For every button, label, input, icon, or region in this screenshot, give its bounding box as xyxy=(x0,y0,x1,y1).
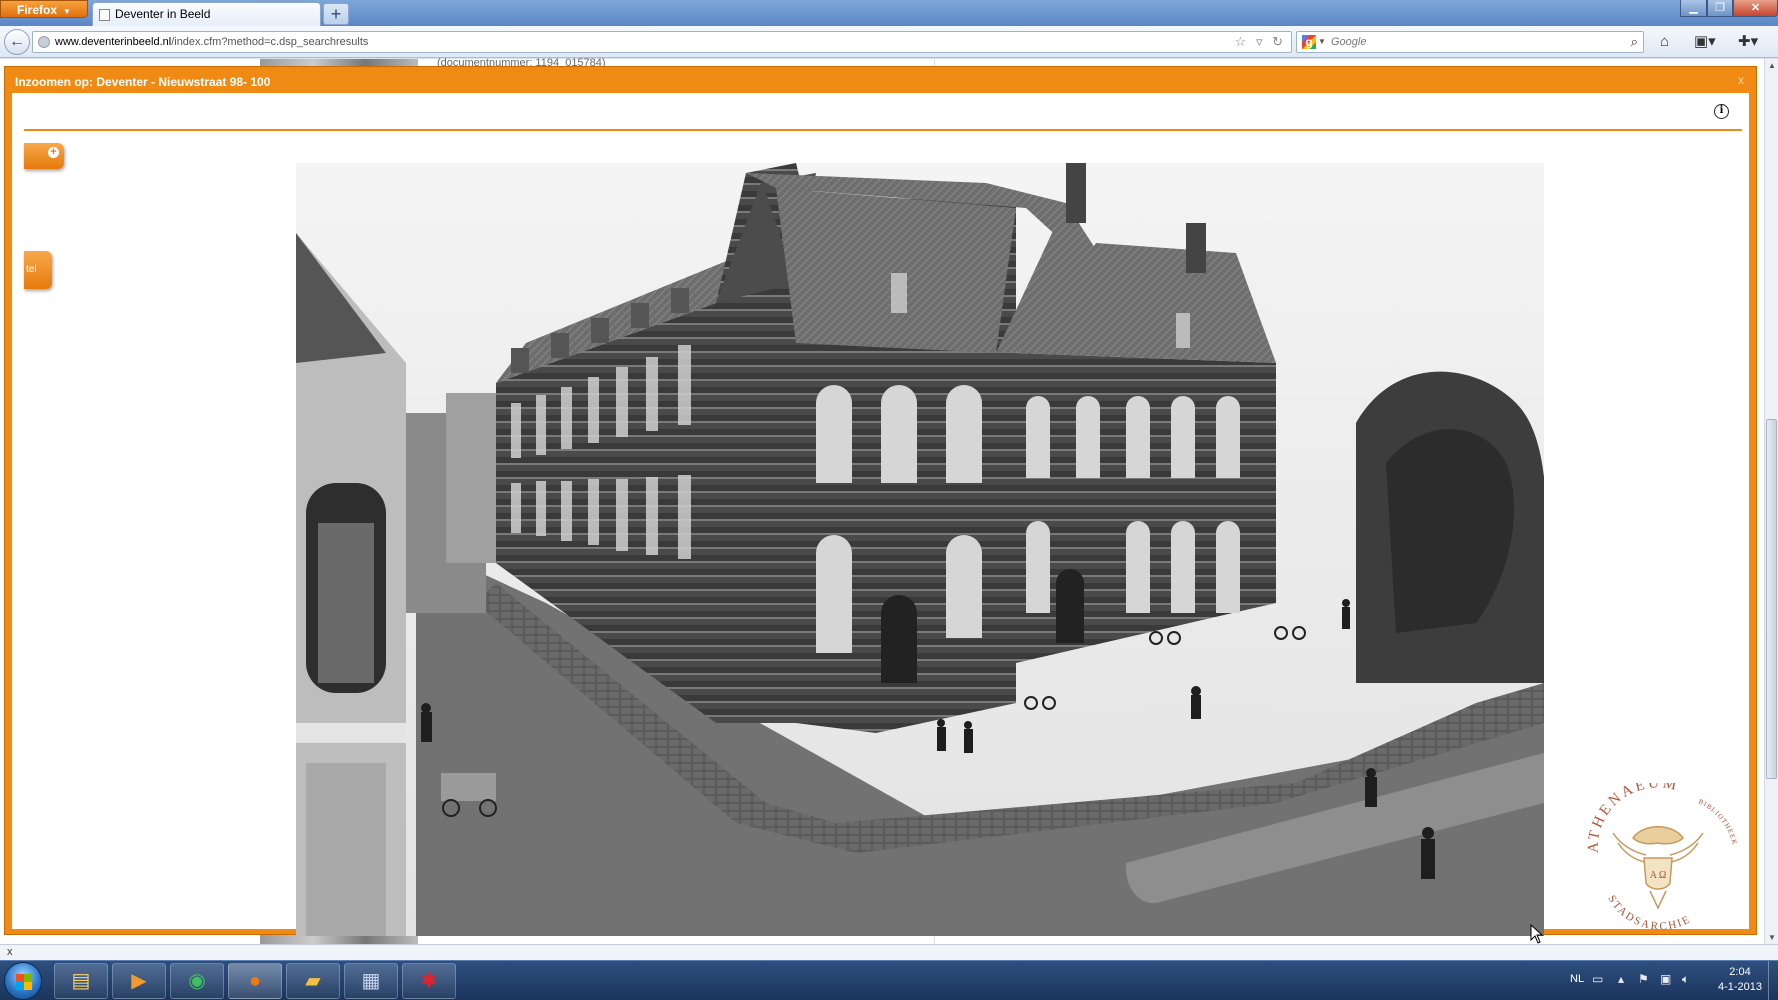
addon-bar-close-button[interactable]: x xyxy=(7,946,13,958)
url-path: /index.cfm?method=c.dsp_searchresults xyxy=(171,36,369,48)
side-tab-label: tel xyxy=(26,264,37,275)
tab-deventer-in-beeld[interactable]: Deventer in Beeld xyxy=(92,2,321,26)
language-indicator[interactable]: NL xyxy=(1570,973,1584,985)
windows-explorer-icon: ▤ xyxy=(71,970,91,992)
taskbar-media-player[interactable]: ▶ xyxy=(112,963,166,999)
address-bar[interactable]: www.deventerinbeeld.nl/index.cfm?method=… xyxy=(32,31,1292,53)
clock-time: 2:04 xyxy=(1729,966,1751,978)
show-desktop-button[interactable] xyxy=(1768,961,1778,1000)
history-dropdown-icon[interactable]: ▿ xyxy=(1256,34,1263,49)
taskbar-save-app[interactable]: ▦ xyxy=(344,963,398,999)
chevron-down-icon: ▼ xyxy=(63,7,71,16)
plus-icon: + xyxy=(48,147,59,158)
scroll-down-icon[interactable]: ▼ xyxy=(1767,933,1777,942)
show-hidden-icons-icon[interactable]: ▴ xyxy=(1618,972,1624,986)
back-button[interactable]: ← xyxy=(4,29,30,55)
eagle-emblem xyxy=(1612,826,1704,910)
overlay-divider xyxy=(24,129,1742,131)
keyboard-icon[interactable]: ▭ xyxy=(1592,972,1603,986)
athenaeum-stadsarchief-logo: ATHENAEUM BIBLIOTHEEK STADSARCHIEF A Ω xyxy=(1574,774,1738,943)
firefox-icon: ● xyxy=(248,970,262,992)
side-tab[interactable]: tel xyxy=(24,251,52,289)
maximize-button[interactable]: ❐ xyxy=(1707,0,1733,17)
start-button[interactable] xyxy=(4,962,42,1000)
bookmarks-menu-button[interactable]: ▣▾ xyxy=(1694,32,1716,52)
save-icon: ▦ xyxy=(361,970,381,992)
home-icon: ⌂ xyxy=(1660,33,1670,50)
clock[interactable]: 2:04 4-1-2013 xyxy=(1710,965,1770,995)
svg-text:BIBLIOTHEEK: BIBLIOTHEEK xyxy=(1697,798,1738,847)
new-tab-button[interactable]: + xyxy=(323,3,349,25)
scroll-up-icon[interactable]: ▲ xyxy=(1767,61,1777,70)
logo-shield-letters: A Ω xyxy=(1650,870,1667,881)
media-player-icon: ▶ xyxy=(131,970,147,992)
addon-icon: ✚▾ xyxy=(1738,33,1759,50)
logo-text-bottom: STADSARCHIEF xyxy=(1574,774,1691,933)
url-domain: www.deventerinbeeld.nl xyxy=(55,36,172,48)
logo-drawing: ATHENAEUM BIBLIOTHEEK STADSARCHIEF A Ω xyxy=(1574,774,1738,933)
windows-logo-icon-lower xyxy=(16,982,32,990)
tab-title: Deventer in Beeld xyxy=(115,7,211,21)
taskbar-explorer[interactable]: ▤ xyxy=(54,963,108,999)
overlay-close-button[interactable]: x xyxy=(1738,73,1744,87)
taskbar-firefox[interactable]: ● xyxy=(228,963,282,999)
vertical-scrollbar[interactable]: ▲ ▼ xyxy=(1764,59,1778,944)
search-placeholder: Google xyxy=(1331,36,1367,48)
bookmarks-icon: ▣▾ xyxy=(1694,33,1716,50)
close-window-button[interactable]: ✕ xyxy=(1733,0,1778,17)
action-center-flag-icon[interactable]: ⚑ xyxy=(1638,972,1649,986)
overlay-title: Inzoomen op: Deventer - Nieuwstraat 98- … xyxy=(15,75,271,89)
folder-icon: ▰ xyxy=(305,970,321,992)
close-icon: ✕ xyxy=(1750,2,1761,14)
volume-icon[interactable]: 🔈︎ xyxy=(1682,972,1689,987)
search-engine-dropdown-icon[interactable]: ▼ xyxy=(1318,32,1326,52)
site-identity-icon[interactable] xyxy=(38,36,50,48)
svg-text:STADSARCHIEF: STADSARCHIEF xyxy=(1578,783,1693,933)
firefox-menu-button[interactable]: Firefox ▼ xyxy=(0,0,88,18)
clock-date: 4-1-2013 xyxy=(1717,981,1763,993)
logo-text-right: BIBLIOTHEEK xyxy=(1697,798,1738,847)
overlay-content: i + tel ATHENAEUM BIBLIOTHEEK STADSARCHI… xyxy=(12,93,1749,936)
home-button[interactable]: ⌂ xyxy=(1660,32,1669,52)
addon-bar: x xyxy=(0,944,1778,960)
title-bar: Firefox ▼ Deventer in Beeld + ▁ ❐ ✕ xyxy=(0,0,1778,26)
back-arrow-icon: ← xyxy=(9,33,25,50)
zoom-overlay: Inzoomen op: Deventer - Nieuwstraat 98- … xyxy=(4,66,1757,936)
taskbar-paint-app[interactable]: ✱ xyxy=(402,963,456,999)
info-icon[interactable]: i xyxy=(1714,104,1729,119)
network-icon[interactable]: ▣ xyxy=(1660,972,1671,986)
taskbar-folder[interactable]: ▰ xyxy=(286,963,340,999)
green-app-icon: ◉ xyxy=(188,970,206,992)
google-icon[interactable]: g xyxy=(1302,35,1316,49)
windows-taskbar: ▤ ▶ ◉ ● ▰ ▦ ✱ NL ▭ ▴ ⚑ ▣ 🔈︎ 2:04 4-1-201… xyxy=(0,960,1778,1000)
navigation-bar: ← www.deventerinbeeld.nl/index.cfm?metho… xyxy=(0,26,1778,58)
search-icon[interactable]: ⌕ xyxy=(1631,32,1638,52)
address-bar-icons: ☆ ▿ ↻ xyxy=(1229,32,1283,52)
addon-button[interactable]: ✚▾ xyxy=(1738,32,1758,52)
firefox-menu-label: Firefox xyxy=(17,3,58,17)
paint-icon: ✱ xyxy=(420,970,438,992)
taskbar-green-app[interactable]: ◉ xyxy=(170,963,224,999)
maximize-icon: ❐ xyxy=(1715,2,1725,14)
historic-building-photo[interactable] xyxy=(296,163,1544,936)
minimize-icon: ▁ xyxy=(1689,2,1698,14)
zoom-in-tab[interactable]: + xyxy=(24,143,64,169)
scroll-thumb[interactable] xyxy=(1766,419,1777,779)
photo-drawing xyxy=(296,163,1544,936)
minimize-button[interactable]: ▁ xyxy=(1680,0,1707,17)
bookmark-star-icon[interactable]: ☆ xyxy=(1235,34,1247,49)
system-tray: NL ▭ ▴ ⚑ ▣ 🔈︎ 2:04 4-1-2013 xyxy=(1560,961,1778,1000)
mouse-cursor-icon xyxy=(1530,924,1544,944)
page-icon xyxy=(99,9,110,21)
reload-icon[interactable]: ↻ xyxy=(1272,34,1283,49)
search-bar[interactable]: g ▼ Google ⌕ xyxy=(1296,31,1644,53)
